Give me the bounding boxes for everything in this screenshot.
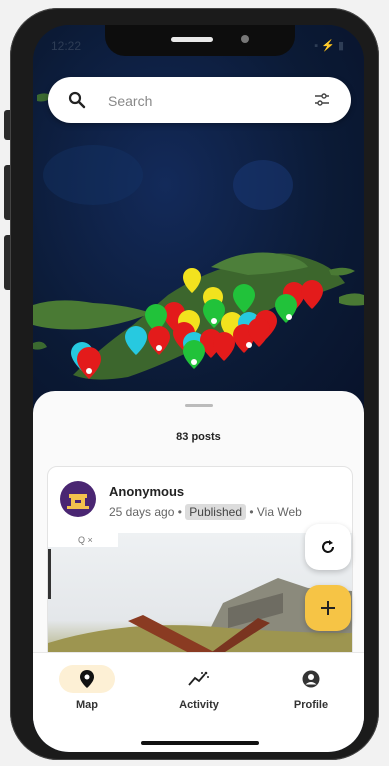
refresh-button[interactable]	[305, 524, 351, 570]
refresh-icon	[322, 540, 334, 553]
search-icon[interactable]	[68, 91, 86, 114]
map-pin-icon	[80, 670, 94, 688]
nav-active-pill	[59, 665, 115, 693]
status-badge: Published	[185, 504, 246, 520]
activity-icon	[188, 671, 209, 686]
search-input[interactable]	[106, 87, 310, 115]
search-bar[interactable]	[48, 77, 351, 123]
post-age: 25 days ago	[109, 505, 175, 519]
profile-icon	[302, 670, 320, 688]
notch-camera	[241, 35, 249, 43]
avatar	[60, 481, 96, 517]
posts-count: 83 posts	[176, 431, 221, 443]
nav-item-activity[interactable]: Activity	[159, 665, 239, 711]
nav-label-activity: Activity	[179, 699, 219, 711]
filter-icon[interactable]	[313, 91, 331, 114]
device-notch	[105, 25, 295, 56]
nav-label-profile: Profile	[293, 699, 329, 711]
home-indicator[interactable]	[141, 741, 259, 745]
map-view[interactable]: 12:22 ▪ ⚡ ▮	[33, 25, 364, 425]
plus-icon	[321, 601, 335, 615]
nav-item-map[interactable]: Map	[47, 665, 127, 711]
status-icons: ▪ ⚡ ▮	[314, 40, 344, 52]
nav-item-profile[interactable]: Profile	[271, 665, 351, 711]
sheet-drag-handle[interactable]	[185, 404, 213, 407]
nav-pill	[283, 665, 339, 693]
post-meta: 25 days ago • Published • Via Web	[109, 504, 302, 520]
post-author: Anonymous	[109, 484, 185, 499]
phone-side-button	[4, 110, 10, 140]
phone-side-button	[4, 235, 10, 290]
bottom-nav: Map Activity Profile	[33, 652, 364, 752]
post-source: Via Web	[256, 505, 302, 519]
add-post-button[interactable]	[305, 585, 351, 631]
status-time: 12:22	[51, 39, 82, 53]
meta-separator: •	[249, 505, 257, 519]
app-screen: 12:22 ▪ ⚡ ▮ 83 posts	[33, 25, 364, 752]
notch-speaker	[171, 37, 213, 42]
nav-label-map: Map	[76, 699, 98, 711]
nav-pill	[171, 665, 227, 693]
phone-side-button	[4, 165, 10, 220]
